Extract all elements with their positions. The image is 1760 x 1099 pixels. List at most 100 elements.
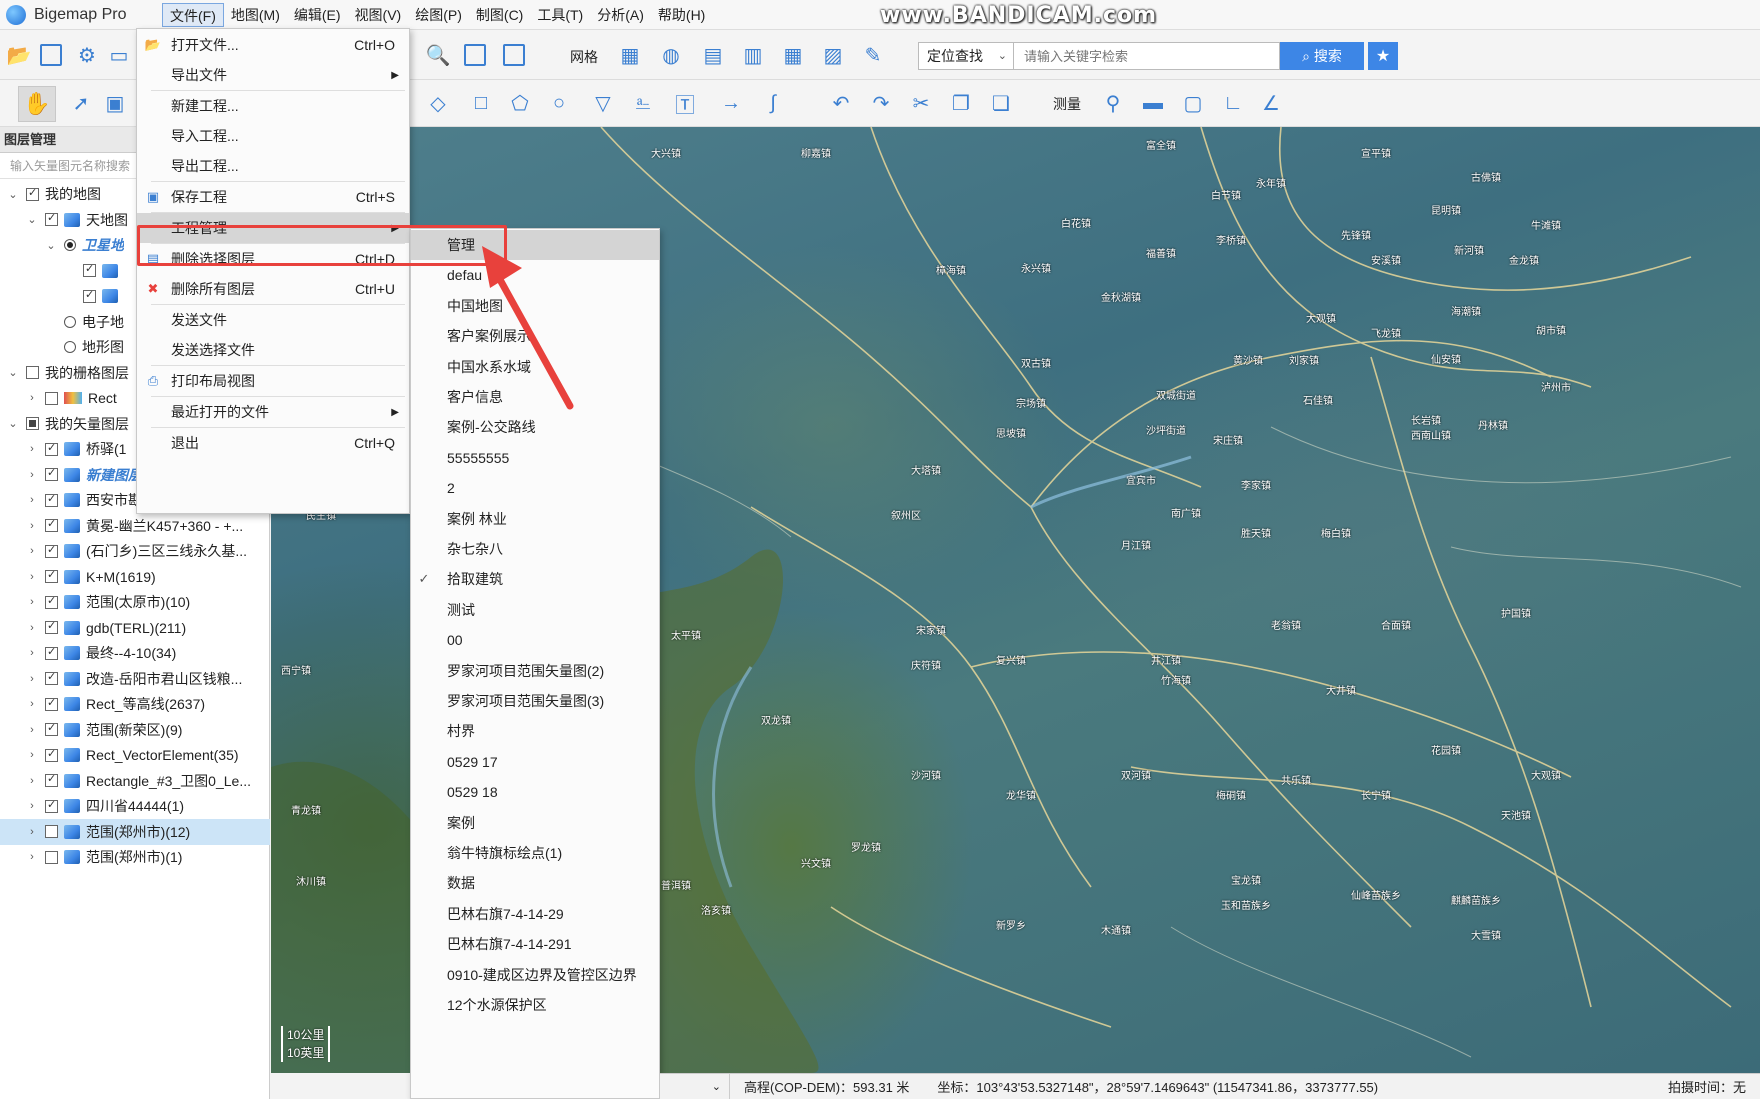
chevron-right-icon[interactable]: › <box>25 647 39 659</box>
layer-row[interactable]: › 黄冕-幽兰K457+360 - +... <box>0 513 270 539</box>
arrow-tool-icon[interactable]: → <box>718 90 744 116</box>
redo-icon[interactable]: ↷ <box>868 90 894 116</box>
layer-checkbox[interactable] <box>45 391 58 405</box>
file-menu-item[interactable]: 导出工程... <box>137 151 409 181</box>
layer-checkbox[interactable] <box>45 211 58 226</box>
select-arrow-icon[interactable]: ➚ <box>68 90 94 116</box>
layer-checkbox[interactable] <box>45 619 58 634</box>
favorite-star-button[interactable]: ★ <box>1368 42 1398 70</box>
layer-checkbox[interactable] <box>45 517 58 532</box>
layer-row[interactable]: › Rect_VectorElement(35) <box>0 742 270 768</box>
menu-8[interactable]: 帮助(H) <box>651 3 712 27</box>
chevron-right-icon[interactable]: › <box>25 494 39 506</box>
project-item[interactable]: 巴林右旗7-4-14-291 <box>411 929 659 959</box>
chevron-right-icon[interactable]: › <box>25 571 39 583</box>
chevron-right-icon[interactable]: › <box>25 800 39 812</box>
cut-scissors-icon[interactable]: ✂ <box>908 90 934 116</box>
draw-polygon-icon[interactable]: ⬠ <box>507 90 533 116</box>
project-item[interactable]: 00 <box>411 625 659 655</box>
project-item[interactable]: 数据 <box>411 868 659 898</box>
project-item[interactable]: 案例 <box>411 808 659 838</box>
file-menu-item[interactable]: 发送选择文件 <box>137 335 409 365</box>
menu-7[interactable]: 分析(A) <box>590 3 651 27</box>
chevron-right-icon[interactable]: › <box>25 443 39 455</box>
layer-checkbox[interactable] <box>45 721 58 736</box>
chevron-right-icon[interactable]: › <box>25 775 39 787</box>
layer-checkbox[interactable] <box>45 825 58 838</box>
chevron-right-icon[interactable]: › <box>25 673 39 685</box>
measure-distance-icon[interactable]: ▬ <box>1140 90 1166 116</box>
menu-1[interactable]: 地图(M) <box>224 3 287 27</box>
layer-row[interactable]: › 最终--4-10(34) <box>0 640 270 666</box>
menu-6[interactable]: 工具(T) <box>530 3 590 27</box>
draw-rectangle-icon[interactable]: □ <box>468 90 494 116</box>
layer-radio[interactable] <box>64 239 76 251</box>
menu-2[interactable]: 编辑(E) <box>287 3 348 27</box>
project-item[interactable]: 村界 <box>411 716 659 746</box>
layer-row[interactable]: › 四川省44444(1) <box>0 793 270 819</box>
menu-4[interactable]: 绘图(P) <box>408 3 469 27</box>
layer-checkbox[interactable] <box>45 696 58 711</box>
location-pin-icon[interactable]: ⚲ <box>1100 90 1126 116</box>
layer-radio[interactable] <box>64 341 76 353</box>
file-menu-item[interactable]: ▤ 删除选择图层 Ctrl+D <box>137 244 409 274</box>
file-menu-item[interactable]: ▣ 保存工程 Ctrl+S <box>137 182 409 212</box>
layer-checkbox[interactable] <box>26 417 39 430</box>
full-screen-icon[interactable] <box>503 44 525 66</box>
project-item[interactable]: 翁牛特旗标绘点(1) <box>411 838 659 868</box>
project-item[interactable]: 12个水源保护区 <box>411 990 659 1020</box>
chevron-right-icon[interactable]: › <box>25 749 39 761</box>
layer-row[interactable]: › 范围(太原市)(10) <box>0 589 270 615</box>
status-chevron-down-icon[interactable]: ⌄ <box>660 1074 730 1099</box>
curve-tool-icon[interactable]: ∫ <box>760 90 786 116</box>
layer-checkbox[interactable] <box>45 670 58 685</box>
measure-bearing-icon[interactable]: ∠ <box>1258 90 1284 116</box>
chevron-right-icon[interactable]: › <box>25 469 39 481</box>
project-item[interactable]: 杂七杂八 <box>411 534 659 564</box>
layer-row[interactable]: › gdb(TERL)(211) <box>0 615 270 641</box>
project-item[interactable]: 罗家河项目范围矢量图(2) <box>411 656 659 686</box>
globe-lonlat-icon[interactable]: ◍ <box>658 42 684 68</box>
layer-checkbox[interactable] <box>45 772 58 787</box>
measure-label[interactable]: 测量 <box>1053 94 1081 114</box>
km-grid-icon[interactable]: ▤ <box>700 42 726 68</box>
file-menu-item[interactable]: 最近打开的文件 ▶ <box>137 397 409 427</box>
layer-checkbox[interactable] <box>26 186 39 201</box>
settings-gear-icon[interactable]: ⚙ <box>74 42 100 68</box>
layer-radio[interactable] <box>64 315 76 328</box>
chevron-right-icon[interactable]: › <box>25 851 39 863</box>
search-input[interactable] <box>1014 42 1280 70</box>
layer-row[interactable]: › K+M(1619) <box>0 564 270 590</box>
layer-checkbox[interactable] <box>45 850 58 864</box>
search-button[interactable]: ⌕ 搜索 <box>1280 42 1364 70</box>
chevron-right-icon[interactable]: › <box>25 596 39 608</box>
layer-checkbox[interactable] <box>45 747 58 762</box>
project-item[interactable]: 测试 <box>411 595 659 625</box>
layer-row[interactable]: › 范围(新荣区)(9) <box>0 717 270 743</box>
chevron-right-icon[interactable]: › <box>25 698 39 710</box>
file-menu-item[interactable]: 导出文件 ▶ <box>137 60 409 90</box>
draw-diamond-icon[interactable]: ◇ <box>425 90 451 116</box>
project-item[interactable]: 巴林右旗7-4-14-29 <box>411 899 659 929</box>
screen-select-icon[interactable]: ▣ <box>102 90 128 116</box>
file-menu-item[interactable]: 退出 Ctrl+Q <box>137 428 409 458</box>
measure-area-icon[interactable]: ▢ <box>1180 90 1206 116</box>
pan-hand-button[interactable]: ✋ <box>18 86 56 122</box>
grid-icon[interactable]: ▦ <box>617 42 643 68</box>
chevron-right-icon[interactable]: › <box>25 826 39 838</box>
layer-row[interactable]: › (石门乡)三区三线永久基... <box>0 538 270 564</box>
chevron-right-icon[interactable]: › <box>25 545 39 557</box>
project-item[interactable]: 55555555 <box>411 443 659 473</box>
project-item[interactable]: 0910-建成区边界及管控区边界 <box>411 960 659 990</box>
zoom-search-icon[interactable]: 🔍 <box>425 42 451 68</box>
layer-row[interactable]: › Rectangle_#3_卫图0_Le... <box>0 768 270 794</box>
layer-checkbox[interactable] <box>83 288 96 303</box>
chevron-right-icon[interactable]: › <box>25 520 39 532</box>
locate-select[interactable]: 定位查找 ⌄ <box>918 42 1014 70</box>
file-menu-item[interactable]: 新建工程... <box>137 91 409 121</box>
layer-checkbox[interactable] <box>45 441 58 456</box>
chevron-right-icon[interactable]: › <box>25 724 39 736</box>
chevron-down-icon[interactable]: ⌄ <box>44 239 58 252</box>
menu-3[interactable]: 视图(V) <box>348 3 409 27</box>
layer-checkbox[interactable] <box>45 543 58 558</box>
